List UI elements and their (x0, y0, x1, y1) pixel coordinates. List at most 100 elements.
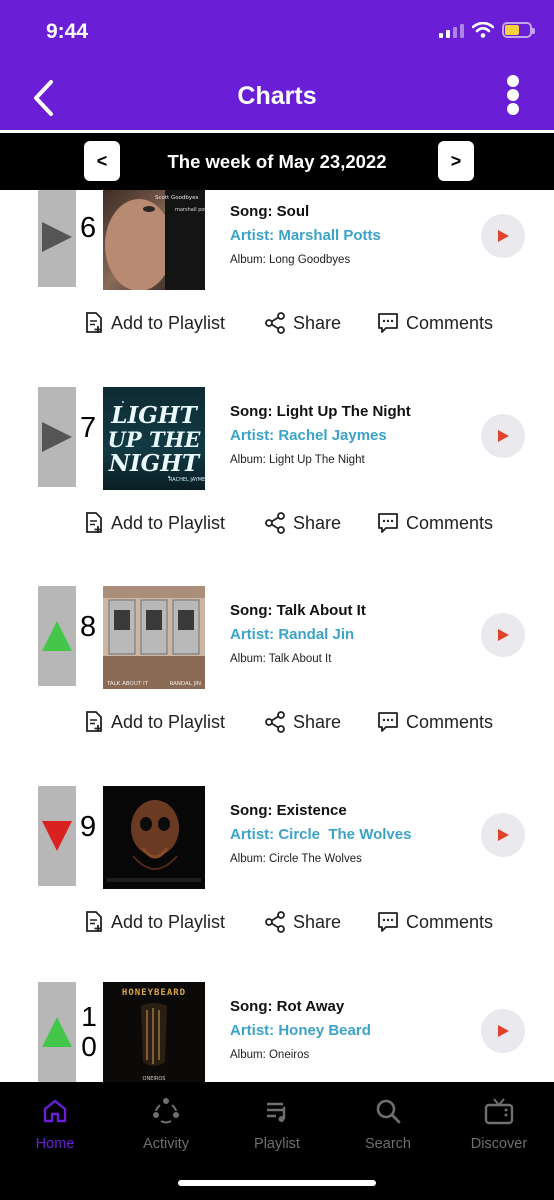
play-icon (498, 430, 509, 442)
chart-list[interactable]: 6 Scott Goodbyes marshall potts Song: So… (0, 190, 554, 1082)
trend-up-icon (42, 1017, 72, 1047)
album-art-text: NIGHT (108, 450, 201, 477)
play-button[interactable] (481, 813, 525, 857)
song-title: Song: Rot Away (230, 998, 345, 1015)
add-to-playlist-icon (86, 512, 102, 533)
tab-search-label: Search (365, 1136, 411, 1152)
tab-home-label: Home (35, 1136, 75, 1152)
play-button[interactable] (481, 1009, 525, 1053)
chart-item: 6 Scott Goodbyes marshall potts Song: So… (0, 190, 554, 387)
album-name: Album: Talk About It (230, 653, 332, 665)
song-title: Song: Soul (230, 203, 310, 220)
album-art[interactable]: TALK ABOUT IT RANDAL JIN (103, 586, 205, 689)
more-options-button[interactable] (504, 75, 522, 115)
play-icon (498, 629, 509, 641)
tab-playlist-label: Playlist (254, 1136, 300, 1152)
album-art-text: TALK ABOUT IT (106, 681, 149, 687)
song-title: Song: Talk About It (230, 602, 366, 619)
status-icons (439, 22, 535, 38)
album-art[interactable] (103, 786, 205, 889)
comments-label: Comments (406, 512, 494, 533)
next-week-button[interactable]: > (438, 141, 474, 181)
album-art-text: HONEYBEARD (122, 988, 186, 998)
playlist-icon (267, 1102, 286, 1122)
comments-icon (378, 313, 398, 333)
album-art-text: RANDAL JIN (169, 681, 201, 687)
item-actions: Add to Playlist Share Comments (0, 512, 554, 542)
artist-link[interactable]: Artist: Randal Jin (230, 626, 354, 643)
play-button[interactable] (481, 214, 525, 258)
album-art[interactable]: LIGHT UP THE NIGHT RACHEL JAYMES (103, 387, 205, 490)
item-actions: Add to Playlist Share Comments (0, 911, 554, 941)
tab-playlist[interactable]: Playlist (222, 1094, 332, 1152)
chart-item: 9 Song: Existence Artist: Circle The Wol… (0, 786, 554, 986)
comments-icon (378, 912, 398, 932)
album-art[interactable]: Scott Goodbyes marshall potts (103, 190, 205, 290)
trend-down-icon (42, 821, 72, 851)
comments-button[interactable]: Comments (377, 312, 493, 334)
album-art-text: UP THE (108, 427, 202, 452)
share-button[interactable]: Share (264, 911, 341, 933)
add-to-playlist-button[interactable]: Add to Playlist (84, 711, 225, 733)
album-art-text: Scott Goodbyes (155, 195, 199, 201)
comments-button[interactable]: Comments (377, 911, 493, 933)
trend-same-icon (42, 222, 72, 252)
share-icon (265, 711, 285, 733)
comments-label: Comments (406, 312, 494, 333)
add-to-playlist-button[interactable]: Add to Playlist (84, 312, 225, 334)
song-title: Song: Existence (230, 802, 347, 819)
item-actions: Add to Playlist Share Comments (0, 312, 554, 342)
share-button[interactable]: Share (264, 711, 341, 733)
comments-icon (378, 513, 398, 533)
trend-up-icon (42, 621, 72, 651)
rank-number: 9 (80, 811, 97, 843)
artist-link[interactable]: Artist: Circle The Wolves (230, 826, 411, 843)
album-art-text: RACHEL JAYMES (169, 477, 205, 483)
tab-search[interactable]: Search (333, 1094, 443, 1152)
add-to-playlist-label: Add to Playlist (111, 711, 226, 732)
tab-discover-label: Discover (470, 1136, 528, 1152)
album-name: Album: Circle The Wolves (230, 853, 362, 865)
share-icon (265, 911, 285, 933)
play-button[interactable] (481, 613, 525, 657)
comments-label: Comments (406, 911, 494, 932)
add-to-playlist-button[interactable]: Add to Playlist (84, 911, 225, 933)
share-icon (265, 312, 285, 334)
share-label: Share (293, 512, 342, 533)
share-label: Share (293, 711, 342, 732)
tab-discover[interactable]: Discover (444, 1094, 554, 1152)
play-icon (498, 829, 509, 841)
comments-button[interactable]: Comments (377, 711, 493, 733)
chart-item: 10 HONEYBEARD ONEIROS Song: Rot Away Art… (0, 982, 554, 1082)
share-button[interactable]: Share (264, 312, 341, 334)
add-to-playlist-label: Add to Playlist (111, 312, 226, 333)
artist-link[interactable]: Artist: Rachel Jaymes (230, 427, 387, 444)
tab-activity[interactable]: Activity (111, 1094, 221, 1152)
add-to-playlist-button[interactable]: Add to Playlist (84, 512, 225, 534)
tv-icon (484, 1098, 514, 1125)
chart-item: 8 TALK ABOUT IT RANDAL JIN Song: Talk Ab… (0, 586, 554, 786)
play-button[interactable] (481, 414, 525, 458)
artist-link[interactable]: Artist: Honey Beard (230, 1022, 371, 1039)
comments-button[interactable]: Comments (377, 512, 493, 534)
album-art-text: LIGHT (110, 402, 198, 429)
chart-item: 7 LIGHT UP THE NIGHT RACHEL JAYMES Song:… (0, 387, 554, 587)
cellular-signal-icon (439, 22, 464, 38)
artist-link[interactable]: Artist: Marshall Potts (230, 227, 381, 244)
home-indicator (178, 1180, 376, 1186)
home-icon (43, 1099, 67, 1123)
app-header: 9:44 Charts (0, 0, 554, 130)
tab-home[interactable]: Home (0, 1094, 110, 1152)
tab-activity-label: Activity (143, 1136, 189, 1152)
add-to-playlist-icon (86, 711, 102, 732)
album-name: Album: Oneiros (230, 1049, 310, 1061)
album-art[interactable]: HONEYBEARD ONEIROS (103, 982, 205, 1082)
share-button[interactable]: Share (264, 512, 341, 534)
rank-number: 7 (80, 412, 97, 444)
activity-icon (153, 1098, 179, 1124)
add-to-playlist-label: Add to Playlist (111, 512, 226, 533)
play-icon (498, 230, 509, 242)
share-label: Share (293, 911, 342, 932)
battery-icon (502, 22, 535, 38)
more-dot-icon (507, 75, 519, 87)
